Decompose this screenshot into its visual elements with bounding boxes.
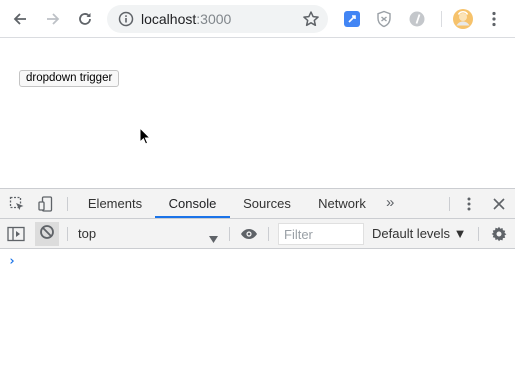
filter-input[interactable] xyxy=(278,223,364,245)
url-text: localhost:3000 xyxy=(141,11,231,27)
reload-icon[interactable] xyxy=(73,7,97,31)
block-icon xyxy=(39,224,55,245)
tab-network[interactable]: Network xyxy=(304,189,380,218)
arrow-left-icon[interactable] xyxy=(8,7,32,31)
avatar-icon[interactable] xyxy=(451,7,475,31)
sidebar-toggle-icon[interactable] xyxy=(7,225,25,243)
tabbar-divider-right xyxy=(449,197,450,211)
device-toolbar-icon[interactable] xyxy=(37,195,55,213)
tab-sources[interactable]: Sources xyxy=(233,189,301,218)
dropdown-trigger-button[interactable]: dropdown trigger xyxy=(19,70,120,87)
console-toolbar: top Default levels ▼ xyxy=(0,219,515,249)
consolebar-divider xyxy=(67,227,68,241)
star-icon[interactable] xyxy=(302,10,320,33)
url-port: :3000 xyxy=(196,11,232,27)
eye-icon[interactable] xyxy=(240,225,258,243)
devtools-panel: Elements Console Sources Network » top F… xyxy=(0,188,515,374)
devtools-tabbar: Elements Console Sources Network » xyxy=(0,189,515,219)
inspect-element-icon[interactable] xyxy=(8,195,26,213)
close-icon[interactable] xyxy=(490,195,508,213)
caret-down-icon[interactable] xyxy=(209,230,218,248)
consolebar-divider-2 xyxy=(229,227,230,241)
kebab-menu-icon[interactable] xyxy=(482,7,506,31)
extension-gray-icon[interactable] xyxy=(405,7,429,31)
consolebar-divider-4 xyxy=(478,227,479,241)
browser-toolbar: localhost:3000 xyxy=(0,0,515,38)
clear-console-button[interactable] xyxy=(35,222,59,246)
consolebar-divider-3 xyxy=(268,227,269,241)
shield-extension-icon[interactable] xyxy=(372,7,396,31)
mouse-cursor-icon xyxy=(139,126,152,150)
omnibox[interactable]: localhost:3000 xyxy=(107,5,328,33)
context-selector[interactable]: top xyxy=(78,226,96,241)
extension-blue-icon[interactable] xyxy=(340,7,364,31)
more-tabs-icon[interactable]: » xyxy=(386,194,394,212)
page-viewport: dropdown trigger xyxy=(0,38,515,188)
url-host: localhost xyxy=(141,11,197,27)
gear-icon[interactable] xyxy=(490,225,508,243)
levels-dropdown[interactable]: Default levels ▼ xyxy=(372,226,467,241)
console-output[interactable]: › xyxy=(0,250,515,374)
devtools-menu-icon[interactable] xyxy=(460,195,478,213)
info-icon[interactable] xyxy=(118,11,134,32)
toolbar-divider xyxy=(441,11,442,27)
tab-elements[interactable]: Elements xyxy=(78,189,152,218)
tabbar-divider xyxy=(67,197,68,211)
arrow-right-icon[interactable] xyxy=(41,7,65,31)
tab-console[interactable]: Console xyxy=(155,189,230,218)
console-prompt-icon[interactable]: › xyxy=(8,254,16,269)
